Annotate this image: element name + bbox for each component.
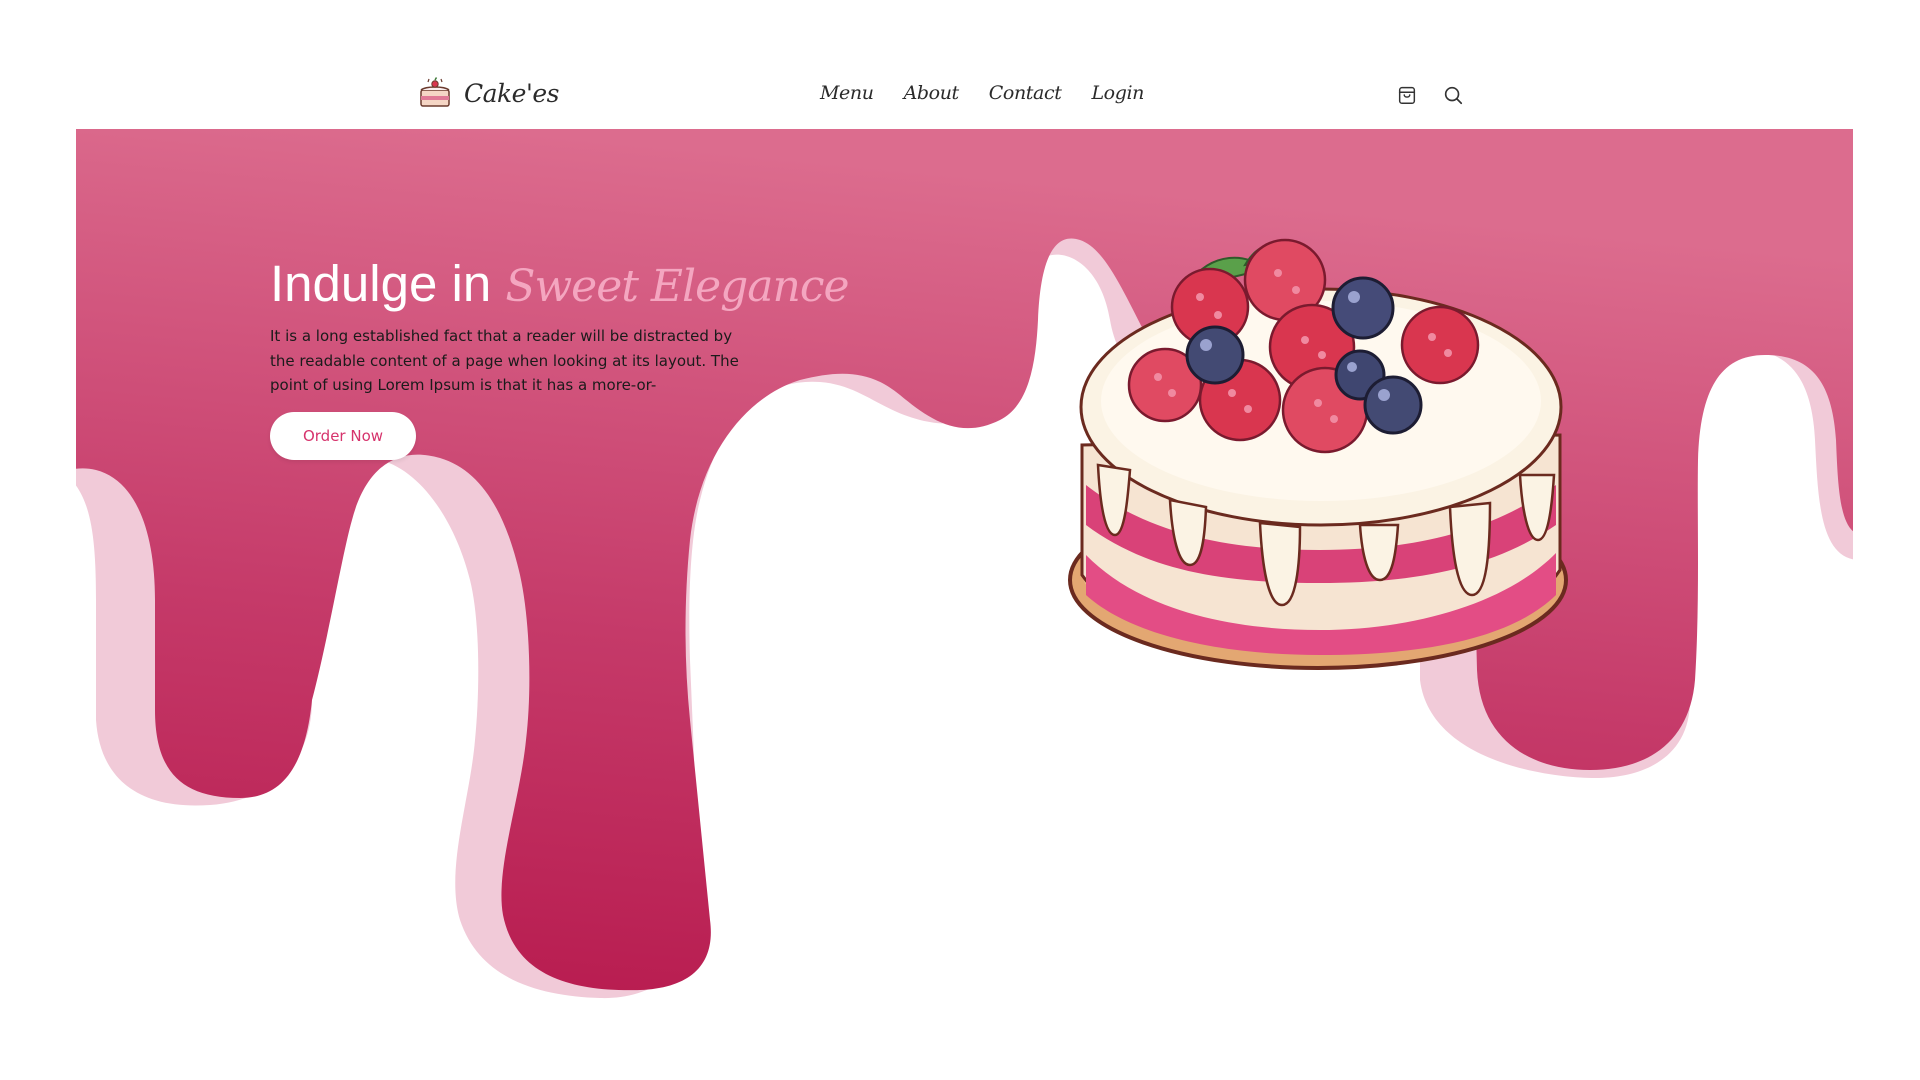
nav-icons	[1396, 84, 1464, 106]
hero-title-prefix: Indulge in	[270, 255, 506, 312]
nav-item-about[interactable]: About	[904, 82, 960, 104]
search-icon[interactable]	[1442, 84, 1464, 106]
hero-drip-background	[76, 129, 1853, 999]
order-now-button[interactable]: Order Now	[270, 411, 416, 460]
nav-item-login[interactable]: Login	[1091, 82, 1144, 104]
hero-content: Indulge in Sweet Elegance It is a long e…	[270, 252, 850, 460]
hero-title: Indulge in Sweet Elegance	[270, 252, 850, 319]
navbar: Cake'es Menu About Contact Login	[0, 0, 1920, 129]
page: Cake'es Menu About Contact Login Indulge…	[0, 0, 1920, 1080]
hero-title-accent: Sweet Elegance	[505, 261, 849, 312]
cake-slice-icon	[420, 77, 450, 107]
nav-links: Menu About Contact Login	[820, 82, 1144, 104]
nav-item-menu[interactable]: Menu	[820, 82, 874, 104]
hero-description: It is a long established fact that a rea…	[270, 327, 739, 394]
nav-item-contact[interactable]: Contact	[989, 82, 1062, 104]
raspberry-cake-illustration	[1068, 238, 1568, 670]
shopping-bag-icon[interactable]	[1396, 84, 1418, 106]
brand[interactable]: Cake'es	[418, 76, 559, 110]
brand-name: Cake'es	[464, 78, 559, 108]
